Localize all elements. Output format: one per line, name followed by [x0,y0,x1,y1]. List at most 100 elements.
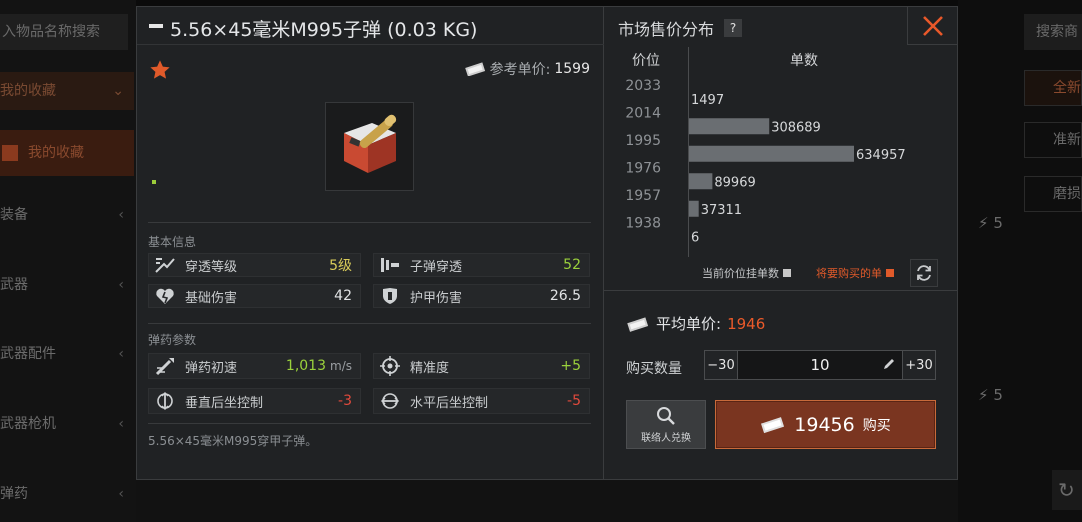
stat-value: 26.5 [549,288,581,304]
category-label: 武器 [0,277,28,293]
stat-label: 弹药初速 [185,360,238,376]
category-label: 弹药 [0,486,28,502]
background-category-item: 武器枪机 ‹ [0,404,134,444]
stat-accuracy: 精准度 +5 [373,353,590,379]
quantity-plus-button[interactable]: +30 [903,351,935,379]
chart-data-label: 6 [691,230,699,245]
buy-label: 购买 [862,417,891,434]
stat-label: 水平后坐控制 [410,395,489,411]
chart-data-label: 1497 [691,93,724,108]
armor-damage-icon [377,285,403,307]
stat-label: 护甲伤害 [410,290,463,306]
legend-buy-orders: 将要购买的单 [816,265,894,281]
buy-button[interactable]: 19456 购买 [715,400,936,449]
status-dot [152,180,156,184]
stat-value-number: 1,013 [285,358,327,374]
item-info-panel: 5.56×45毫米M995子弹 (0.03 KG) 参考单价: 1599 基本信… [137,7,604,479]
stat-value: 1,013 m/s [286,358,352,374]
stat-bullet-penetration: 子弹穿透 52 [373,253,590,277]
background-count: ⚡ 5 [978,386,1003,404]
bullet-penetration-icon [377,254,403,276]
stat-label: 基础伤害 [185,290,238,306]
quantity-value: 10 [810,356,830,374]
chart-y-tick-label: 2014 [625,106,661,122]
item-image-slot [325,102,414,191]
money-icon [761,416,785,433]
legend-current-orders: 当前价位挂单数 [702,265,791,281]
quantity-stepper: −30 10 +30 [704,350,936,380]
chart-y-tick-label: 2033 [625,78,661,94]
reference-price-label: 参考单价: [489,62,551,78]
divider [148,423,591,424]
market-title: 市场售价分布 ? [618,16,743,40]
category-label: 武器配件 [0,346,56,362]
average-price-value: 1946 [727,314,766,333]
chart-y-tick-label: 1957 [625,188,661,204]
contact-exchange-button[interactable]: 联络人兑换 [626,400,706,449]
legend-buy-swatch [886,269,894,277]
background-category-item: 武器配件 ‹ [0,334,134,374]
background-my-favorites-label: 我的收藏 [28,145,84,161]
chevron-left-icon: ‹ [118,486,124,502]
background-right-search: 搜索商 [1024,14,1082,50]
market-title-text: 市场售价分布 [618,20,715,39]
help-icon[interactable]: ? [724,19,743,37]
money-icon [627,316,649,332]
close-icon [922,15,943,36]
legend-current-label: 当前价位挂单数 [702,267,779,280]
quantity-minus-button[interactable]: −30 [705,351,737,379]
average-price: 平均单价: 1946 [626,313,765,334]
vertical-recoil-icon [152,390,178,412]
quantity-label: 购买数量 [626,361,682,377]
stat-armor-damage: 护甲伤害 26.5 [373,284,590,308]
muzzle-velocity-icon [152,355,178,377]
chevron-left-icon: ‹ [118,207,124,223]
favorite-star-icon[interactable] [149,59,171,81]
background-filter-button: 磨损 [1024,176,1082,212]
item-title: 5.56×45毫米M995子弹 (0.03 KG) [170,19,478,41]
pencil-icon [884,359,894,369]
divider [148,222,591,223]
refresh-button[interactable] [910,259,938,287]
reference-price-value: 1599 [554,61,590,77]
horizontal-recoil-icon [377,390,403,412]
stat-base-damage: 基础伤害 42 [148,284,361,308]
legend-buy-label: 将要购买的单 [816,267,882,280]
stat-vertical-recoil: 垂直后坐控制 -3 [148,388,361,414]
background-count-value: 5 [993,214,1003,232]
chart-data-label: 308689 [771,120,821,135]
divider [604,290,957,291]
stat-label: 垂直后坐控制 [185,395,264,411]
chart-plot: 2033 2014 1995 1976 1957 1938 1497 308689 634957… [625,78,906,245]
chevron-left-icon: ‹ [118,346,124,362]
background-bottom-strip [136,478,958,522]
chart-bar [689,118,770,135]
background-count: ⚡ 5 [978,214,1003,232]
background-filter-button: 准新 [1024,122,1082,158]
favorites-icon [2,145,18,161]
chart-data-label: 634957 [856,148,906,163]
stat-label: 穿透等级 [185,259,238,275]
background-refresh-icon: ↻ [1052,470,1082,510]
category-label: 武器枪机 [0,416,56,432]
item-description: 5.56×45毫米M995穿甲子弹。 [148,434,318,448]
price-distribution-chart: 价位 单数 2033 2014 1995 1976 1957 1938 1497 308689… [604,47,957,257]
chevron-left-icon: ‹ [118,277,124,293]
chart-data-label: 89969 [714,175,755,190]
penetration-level-icon [152,254,178,276]
reference-price: 参考单价: 1599 [464,59,590,79]
close-button[interactable] [907,7,957,45]
quantity-input[interactable]: 10 [737,351,903,379]
stat-unit: m/s [330,359,352,373]
category-label: 装备 [0,207,28,223]
divider [148,323,591,324]
chevron-left-icon: ‹ [118,416,124,432]
accuracy-icon [377,355,403,377]
contact-exchange-label: 联络人兑换 [641,432,691,444]
refresh-icon [917,265,931,281]
stat-value: -5 [567,393,581,409]
stat-label: 子弹穿透 [410,259,463,275]
stat-muzzle-velocity: 弹药初速 1,013 m/s [148,353,361,379]
chart-data-label: 37311 [701,203,742,218]
stat-value: 42 [334,288,352,304]
